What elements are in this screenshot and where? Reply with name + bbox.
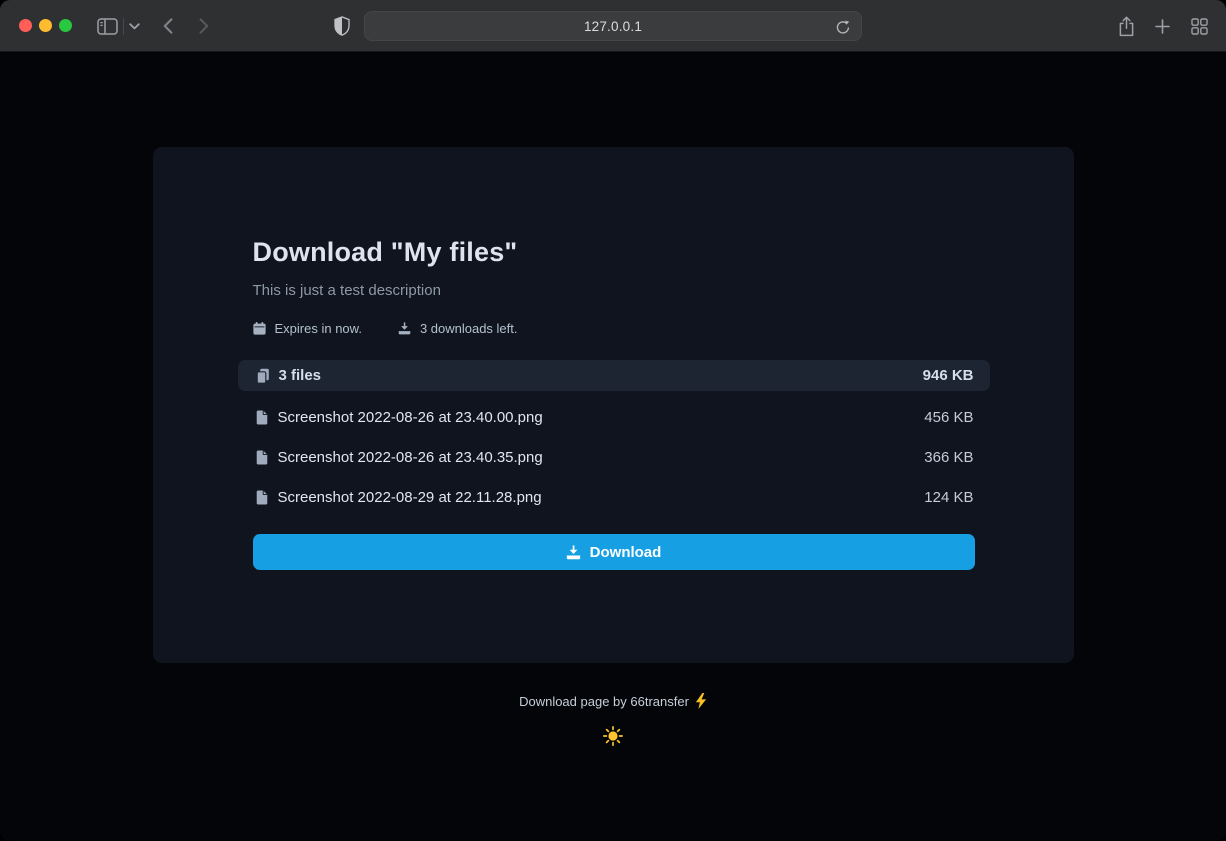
- share-button[interactable]: [1114, 13, 1138, 39]
- new-tab-icon: [1155, 19, 1170, 34]
- meta-row: Expires in now. 3 downloads left.: [253, 321, 975, 336]
- file-size: 456 KB: [924, 409, 973, 426]
- page-content: Download "My files" This is just a test …: [0, 52, 1226, 841]
- file-row: Screenshot 2022-08-29 at 22.11.28.png 12…: [238, 477, 990, 517]
- file-size: 124 KB: [924, 489, 973, 506]
- forward-button[interactable]: [194, 15, 214, 37]
- sidebar-toggle-button[interactable]: [94, 14, 120, 38]
- shield-icon: [334, 16, 350, 36]
- tab-overview-button[interactable]: [1187, 13, 1211, 39]
- file-icon: [256, 490, 268, 505]
- sidebar-icon: [97, 18, 118, 35]
- sun-icon: [603, 726, 623, 746]
- window-controls: [19, 19, 72, 32]
- browser-toolbar: 127.0.0.1: [0, 0, 1226, 52]
- close-window-button[interactable]: [19, 19, 32, 32]
- toolbar-divider: [123, 18, 124, 35]
- downloads-left-meta: 3 downloads left.: [398, 321, 518, 336]
- page-description: This is just a test description: [253, 281, 975, 300]
- file-icon: [256, 450, 268, 465]
- browser-window: 127.0.0.1: [0, 0, 1226, 841]
- file-list-header: 3 files 946 KB: [238, 360, 990, 391]
- file-row: Screenshot 2022-08-26 at 23.40.00.png 45…: [238, 397, 990, 437]
- theme-toggle-button[interactable]: [0, 726, 1226, 746]
- privacy-report-button[interactable]: [333, 15, 351, 37]
- reload-icon: [836, 20, 850, 35]
- expires-meta: Expires in now.: [253, 321, 362, 336]
- expires-text: Expires in now.: [275, 321, 362, 336]
- file-rows: Screenshot 2022-08-26 at 23.40.00.png 45…: [238, 397, 990, 517]
- file-count-label: 3 files: [279, 367, 322, 384]
- forward-icon: [199, 18, 209, 34]
- page-title: Download "My files": [253, 236, 975, 269]
- back-button[interactable]: [158, 15, 178, 37]
- chevron-down-icon: [129, 23, 140, 30]
- file-icon: [256, 410, 268, 425]
- download-button-label: Download: [590, 544, 662, 561]
- file-row: Screenshot 2022-08-26 at 23.40.35.png 36…: [238, 437, 990, 477]
- zoom-window-button[interactable]: [59, 19, 72, 32]
- download-icon: [566, 545, 581, 560]
- download-button[interactable]: Download: [253, 534, 975, 570]
- downloads-left-text: 3 downloads left.: [420, 321, 518, 336]
- file-list: 3 files 946 KB Screenshot 2022-08-26 at …: [238, 360, 990, 517]
- back-icon: [163, 18, 173, 34]
- lightning-bolt-icon: [695, 693, 707, 709]
- calendar-icon: [253, 322, 266, 335]
- file-name: Screenshot 2022-08-29 at 22.11.28.png: [278, 489, 542, 506]
- file-name: Screenshot 2022-08-26 at 23.40.00.png: [278, 409, 543, 426]
- footer-text: Download page by 66transfer: [519, 694, 689, 709]
- files-icon: [256, 368, 270, 384]
- share-icon: [1118, 16, 1135, 37]
- sidebar-menu-button[interactable]: [127, 18, 141, 34]
- file-name: Screenshot 2022-08-26 at 23.40.35.png: [278, 449, 543, 466]
- total-size-label: 946 KB: [923, 367, 974, 384]
- tab-overview-icon: [1191, 18, 1208, 35]
- page-footer: Download page by 66transfer: [0, 693, 1226, 709]
- new-tab-button[interactable]: [1150, 13, 1174, 39]
- download-card: Download "My files" This is just a test …: [153, 147, 1074, 663]
- url-text[interactable]: 127.0.0.1: [584, 19, 642, 34]
- file-size: 366 KB: [924, 449, 973, 466]
- minimize-window-button[interactable]: [39, 19, 52, 32]
- download-count-icon: [398, 322, 411, 335]
- reload-button[interactable]: [834, 18, 852, 36]
- address-bar[interactable]: 127.0.0.1: [364, 11, 862, 41]
